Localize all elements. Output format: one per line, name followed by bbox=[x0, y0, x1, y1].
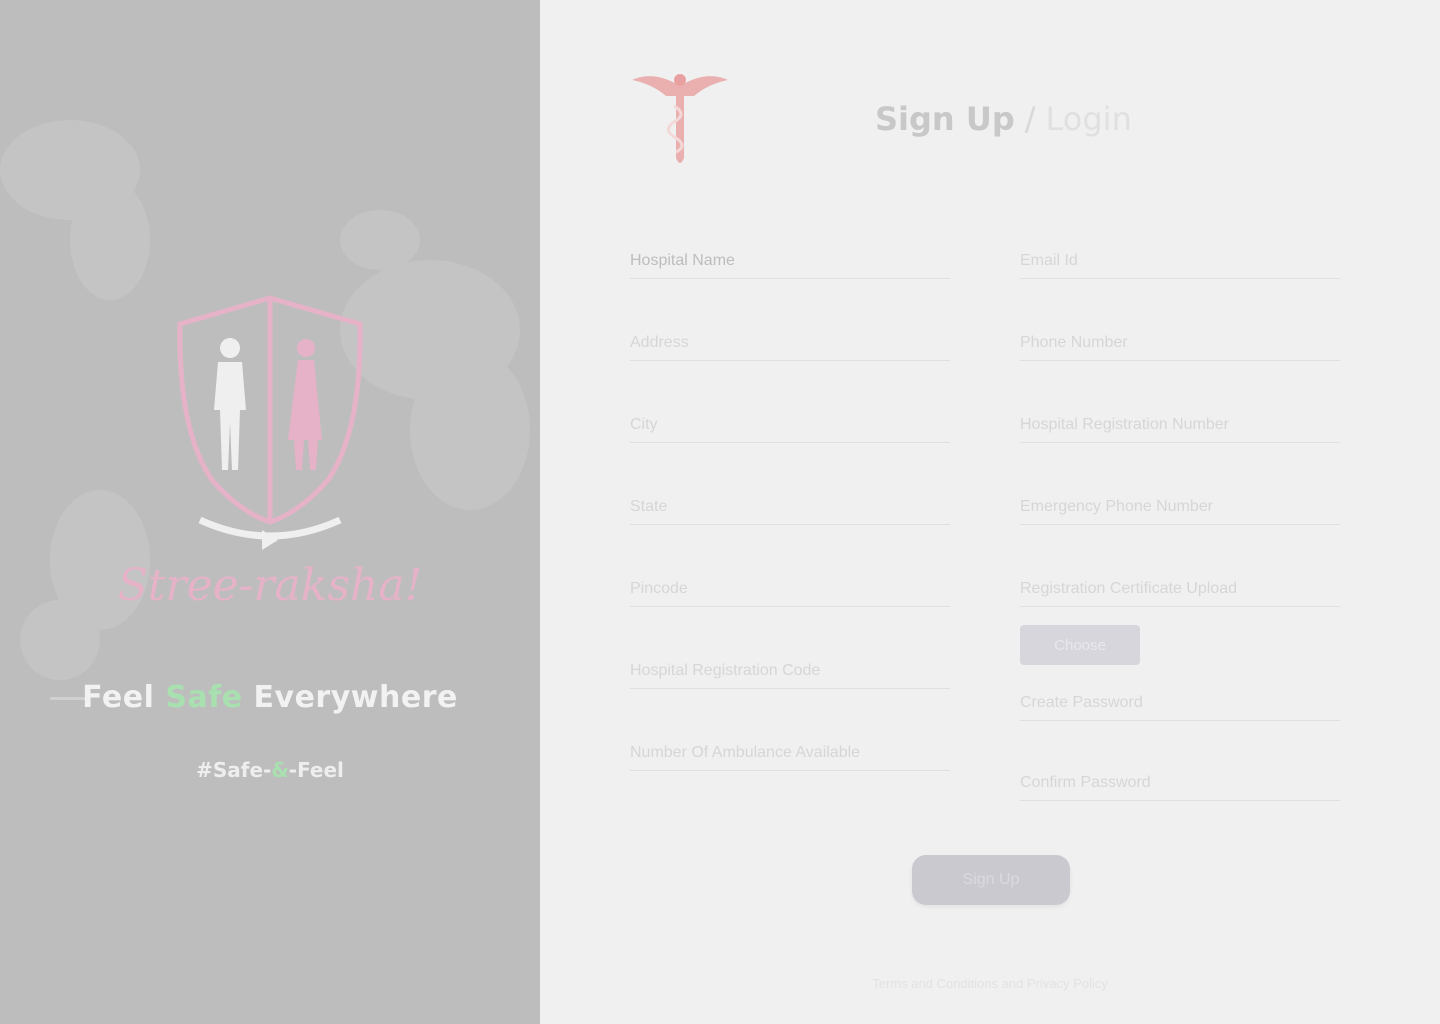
hospital-name-input[interactable] bbox=[630, 248, 950, 279]
hospital-name-field-wrap bbox=[630, 248, 950, 279]
emergency-phone-input[interactable] bbox=[1020, 494, 1340, 525]
certificate-upload-input[interactable] bbox=[1020, 576, 1340, 607]
pincode-input[interactable] bbox=[630, 576, 950, 607]
hashtag-suffix: -Feel bbox=[288, 758, 344, 782]
tagline: Feel Safe Everywhere bbox=[0, 680, 540, 715]
tagline-prefix: Feel bbox=[82, 680, 166, 715]
branding-panel: Stree-raksha! Feel Safe Everywhere #Safe… bbox=[0, 0, 540, 1024]
ambulance-count-input[interactable] bbox=[630, 740, 950, 771]
auth-tabs: Sign Up / Login bbox=[875, 100, 1132, 138]
email-input[interactable] bbox=[1020, 248, 1340, 279]
hashtag-accent: & bbox=[271, 758, 289, 782]
signup-panel: Sign Up/Login Choose Sign Up bbox=[540, 0, 1440, 1024]
tab-sign-up[interactable]: Sign Up bbox=[875, 100, 1015, 138]
shield-logo-icon bbox=[177, 295, 363, 550]
tab-separator: / bbox=[1024, 100, 1036, 138]
phone-input[interactable] bbox=[1020, 330, 1340, 361]
terms-note[interactable]: Terms and Conditions and Privacy Policy bbox=[840, 976, 1140, 991]
address-input[interactable] bbox=[630, 330, 950, 361]
emergency-phone-field-wrap bbox=[1020, 494, 1340, 525]
create-password-field-wrap bbox=[1020, 690, 1340, 721]
confirm-password-field-wrap bbox=[1020, 770, 1340, 801]
certificate-upload-field-wrap bbox=[1020, 576, 1340, 607]
email-field-wrap bbox=[1020, 248, 1340, 279]
registration-number-input[interactable] bbox=[1020, 412, 1340, 443]
address-field-wrap bbox=[630, 330, 950, 361]
registration-code-field-wrap bbox=[630, 658, 950, 689]
hashtag: #Safe-&-Feel bbox=[0, 758, 540, 782]
sign-up-button[interactable]: Sign Up bbox=[912, 855, 1070, 905]
registration-code-input[interactable] bbox=[630, 658, 950, 689]
tagline-suffix: Everywhere bbox=[242, 680, 458, 715]
confirm-password-input[interactable] bbox=[1020, 770, 1340, 801]
state-input[interactable] bbox=[630, 494, 950, 525]
pincode-field-wrap bbox=[630, 576, 950, 607]
ambulance-count-field-wrap bbox=[630, 740, 950, 771]
hashtag-prefix: #Safe- bbox=[196, 758, 272, 782]
tab-login[interactable]: Login bbox=[1046, 100, 1132, 138]
create-password-input[interactable] bbox=[1020, 690, 1340, 721]
registration-number-field-wrap bbox=[1020, 412, 1340, 443]
city-input[interactable] bbox=[630, 412, 950, 443]
brand-script-name: Stree-raksha! bbox=[117, 560, 423, 611]
tagline-accent: Safe bbox=[165, 680, 243, 715]
caduceus-logo-icon bbox=[632, 74, 728, 163]
state-field-wrap bbox=[630, 494, 950, 525]
choose-file-button[interactable]: Choose bbox=[1020, 625, 1140, 665]
phone-field-wrap bbox=[1020, 330, 1340, 361]
city-field-wrap bbox=[630, 412, 950, 443]
